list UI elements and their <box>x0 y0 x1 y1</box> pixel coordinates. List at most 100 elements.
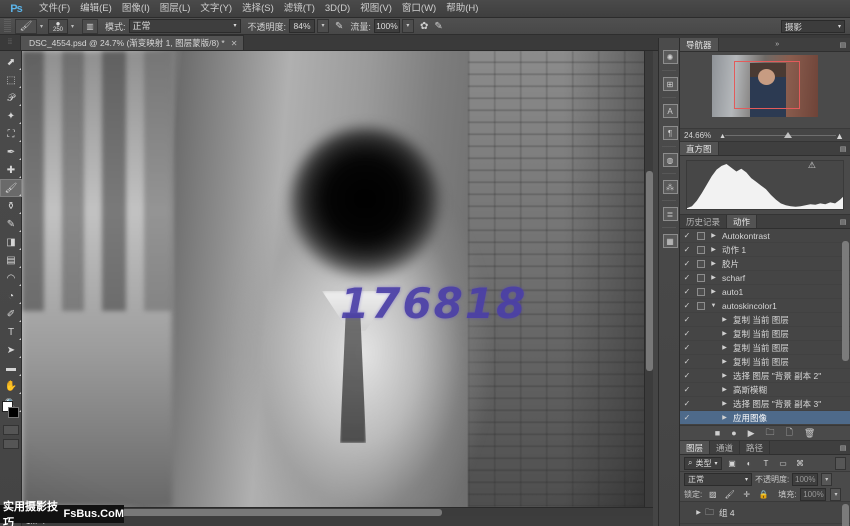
navigator-zoom-value[interactable]: 24.66% <box>684 131 711 140</box>
action-row[interactable]: ✓ ▶ 应用图像 <box>680 411 850 425</box>
menu-item-window[interactable]: 窗口(W) <box>397 0 441 18</box>
quick-selection-tool[interactable]: ✦ <box>0 107 22 125</box>
eraser-tool[interactable]: ◨ <box>0 233 22 251</box>
hand-tool[interactable]: ✋ <box>0 377 22 395</box>
lock-image-icon[interactable]: 🖌 <box>723 488 736 501</box>
tab-actions[interactable]: 动作 <box>727 215 758 228</box>
info-panel-icon[interactable]: ▦ <box>659 230 681 252</box>
path-selection-tool[interactable]: ➤ <box>0 341 22 359</box>
action-expand-icon[interactable]: ▶ <box>718 400 731 407</box>
action-check-icon[interactable]: ✓ <box>680 385 694 394</box>
eyedropper-tool[interactable]: ✒ <box>0 143 22 161</box>
record-action-icon[interactable]: ● <box>731 428 736 438</box>
action-dialog-toggle[interactable] <box>694 273 707 282</box>
delete-action-icon[interactable]: 🗑 <box>804 428 815 439</box>
blur-tool[interactable]: ◠ <box>0 269 22 287</box>
pressure-flow-icon[interactable]: ✎ <box>434 21 442 32</box>
brush-preset-icon[interactable]: 🖌 <box>15 18 37 34</box>
navigator-zoom-slider[interactable]: ▲ ▲ <box>717 130 846 141</box>
action-check-icon[interactable]: ✓ <box>680 245 694 254</box>
action-check-icon[interactable]: ✓ <box>680 315 694 324</box>
action-expand-icon[interactable]: ▶ <box>707 246 720 253</box>
new-action-icon[interactable]: 🗋 <box>786 425 793 441</box>
quick-mask-button[interactable] <box>3 425 19 435</box>
lock-position-icon[interactable]: ✛ <box>740 488 753 501</box>
layer-opacity-chevron-icon[interactable]: ▾ <box>821 473 833 486</box>
action-expand-icon[interactable]: ▶ <box>718 316 731 323</box>
layer-filter-type-select[interactable]: ⌕ 类型 ▾ <box>684 456 722 470</box>
color-panel-icon[interactable]: ✺ <box>659 46 681 68</box>
adjustments-panel-icon[interactable]: ⊞ <box>659 73 681 95</box>
options-bar-grip[interactable] <box>4 19 11 33</box>
action-row[interactable]: ✓ ▶ 胶片 <box>680 257 850 271</box>
menu-item-help[interactable]: 帮助(H) <box>441 0 483 18</box>
tab-history[interactable]: 历史记录 <box>680 215 728 228</box>
action-check-icon[interactable]: ✓ <box>680 343 694 352</box>
action-row[interactable]: ✓ ▶ scharf <box>680 271 850 285</box>
filter-type-icon[interactable]: T <box>760 457 773 470</box>
brush-size-field[interactable]: ● 250 <box>48 18 68 34</box>
panel-menu-icon[interactable]: ▤ <box>836 441 850 454</box>
panel-menu-icon[interactable]: ▤ <box>836 38 850 51</box>
menu-item-layer[interactable]: 图层(L) <box>155 0 196 18</box>
action-expand-icon[interactable]: ▶ <box>707 260 720 267</box>
filter-toggle-icon[interactable] <box>835 456 846 470</box>
action-check-icon[interactable]: ✓ <box>680 287 694 296</box>
tab-layers[interactable]: 图层 <box>680 441 711 454</box>
layers-scroll-thumb[interactable] <box>842 504 849 526</box>
action-check-icon[interactable]: ✓ <box>680 259 694 268</box>
action-check-icon[interactable]: ✓ <box>680 357 694 366</box>
action-expand-icon[interactable]: ▶ <box>707 274 720 281</box>
pressure-opacity-icon[interactable]: ✎ <box>335 21 343 32</box>
blend-mode-select[interactable]: 正常 ▾ <box>128 19 241 33</box>
filter-pixel-icon[interactable]: ▣ <box>726 457 739 470</box>
lasso-tool[interactable]: 𝒫 <box>0 89 22 107</box>
action-dialog-toggle[interactable] <box>694 231 707 240</box>
action-row[interactable]: ✓ ▶ 复制 当前 图层 <box>680 313 850 327</box>
layer-list[interactable]: ▶🗀组 4👁▼🗀⛓组 5👁◑⛓曲线 6👁◑⛓渐变映射 1👁◑⛓自然饱和度 2👁▼… <box>680 502 850 526</box>
background-color-swatch[interactable] <box>8 407 19 418</box>
action-row[interactable]: ✓ ▶ 选择 图层 "背景 副本 3" <box>680 397 850 411</box>
airbrush-icon[interactable]: ✿ <box>420 21 428 32</box>
navigator-thumbnail[interactable] <box>712 55 818 117</box>
styles-panel-icon[interactable]: ⁂ <box>659 176 681 198</box>
tab-bar-grip[interactable]: ⁞⁞ <box>0 35 20 50</box>
filter-smart-icon[interactable]: ⌘ <box>794 457 807 470</box>
action-expand-icon[interactable]: ▶ <box>718 372 731 379</box>
properties-panel-icon[interactable]: ≣ <box>659 203 681 225</box>
opacity-chevron-icon[interactable]: ▾ <box>317 19 330 33</box>
canvas-area[interactable]: 176818 POCO 摄影专题 http://photo.poco.cn/ <box>22 51 653 507</box>
move-tool[interactable]: ⬈ <box>0 53 22 71</box>
brush-preset-chevron-icon[interactable]: ▾ <box>37 23 46 30</box>
action-row[interactable]: ✓ ▶ 复制 当前 图层 <box>680 355 850 369</box>
action-check-icon[interactable]: ✓ <box>680 273 694 282</box>
clone-stamp-tool[interactable]: ⚱ <box>0 197 22 215</box>
action-expand-icon[interactable]: ▶ <box>718 344 731 351</box>
layer-blend-mode-select[interactable]: 正常 ▾ <box>684 473 752 486</box>
close-icon[interactable]: ✕ <box>231 39 238 48</box>
paragraph-panel-icon[interactable]: ¶ <box>659 122 681 144</box>
dodge-tool[interactable]: ◔ <box>0 287 22 305</box>
action-row[interactable]: ✓ ▶ Autokontrast <box>680 229 850 243</box>
zoom-in-icon[interactable]: ▲ <box>835 131 844 141</box>
canvas-vertical-scrollbar[interactable] <box>644 51 653 507</box>
layer-fill-value[interactable]: 100% <box>800 487 827 501</box>
action-expand-icon[interactable]: ▶ <box>707 288 720 295</box>
brush-panel-toggle-icon[interactable]: ▥ <box>82 18 98 34</box>
crop-tool[interactable]: ⛶ <box>0 125 22 143</box>
brush-tool[interactable]: 🖌 <box>0 179 22 197</box>
navigator-zoom-knob[interactable] <box>784 132 793 138</box>
menu-item-view[interactable]: 视图(V) <box>355 0 397 18</box>
action-dialog-toggle[interactable] <box>694 301 707 310</box>
navigator-view-box[interactable] <box>734 61 800 109</box>
action-dialog-toggle[interactable] <box>694 287 707 296</box>
action-expand-icon[interactable]: ▶ <box>718 330 731 337</box>
stop-action-icon[interactable]: ■ <box>715 428 720 438</box>
tab-navigator[interactable]: 导航器 <box>680 38 719 51</box>
pen-tool[interactable]: ✐ <box>0 305 22 323</box>
filter-adjustment-icon[interactable]: ◐ <box>743 457 756 470</box>
menu-item-edit[interactable]: 编辑(E) <box>75 0 117 18</box>
menu-item-select[interactable]: 选择(S) <box>237 0 279 18</box>
document-tab[interactable]: DSC_4554.psd @ 24.7% (渐变映射 1, 图层蒙版/8) * … <box>20 35 245 50</box>
color-swatches[interactable] <box>2 401 20 419</box>
